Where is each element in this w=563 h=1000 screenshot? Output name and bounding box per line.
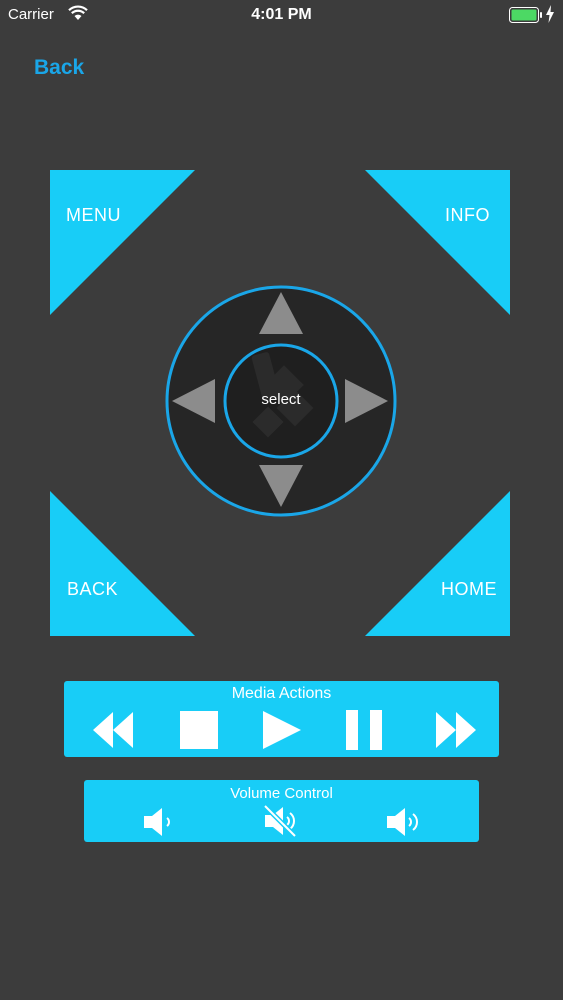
battery-icon <box>509 7 543 28</box>
stop-button[interactable] <box>180 711 218 749</box>
fast-forward-button[interactable] <box>434 710 476 750</box>
nav-back-button[interactable]: Back <box>34 56 84 80</box>
volume-up-icon <box>387 808 418 836</box>
volume-up-button[interactable] <box>386 806 424 838</box>
volume-control-panel: Volume Control <box>84 780 479 842</box>
play-icon <box>263 711 301 749</box>
media-actions-title: Media Actions <box>231 685 332 702</box>
dpad: select <box>165 285 397 517</box>
rewind-button[interactable] <box>93 710 135 750</box>
mute-icon <box>263 804 297 838</box>
charging-bolt-icon <box>545 5 555 28</box>
home-label: HOME <box>441 579 497 599</box>
rewind-icon <box>93 712 133 748</box>
info-label: INFO <box>445 205 490 225</box>
volume-down-icon <box>144 808 170 836</box>
mute-button[interactable] <box>263 804 299 838</box>
play-button[interactable] <box>262 710 302 750</box>
stop-icon <box>180 711 218 749</box>
pause-icon <box>346 710 382 750</box>
status-bar: Carrier 4:01 PM <box>0 0 563 30</box>
select-button[interactable] <box>223 343 339 459</box>
status-time: 4:01 PM <box>251 6 312 23</box>
volume-down-button[interactable] <box>143 806 179 838</box>
volume-control-title: Volume Control <box>230 785 333 802</box>
pause-button[interactable] <box>346 710 384 750</box>
menu-label: MENU <box>66 205 121 225</box>
fast-forward-icon <box>436 712 476 748</box>
back-label: BACK <box>67 579 119 599</box>
media-actions-panel: Media Actions <box>64 681 499 757</box>
